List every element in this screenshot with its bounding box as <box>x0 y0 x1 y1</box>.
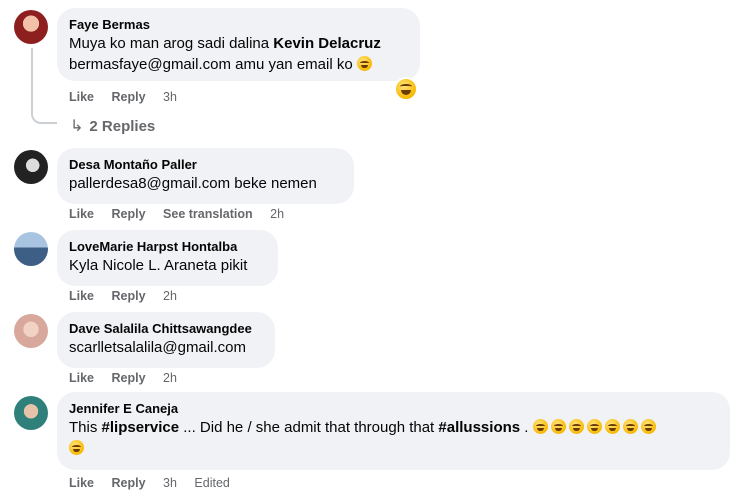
comment-text: Muya ko man arog sadi dalina <box>69 35 274 52</box>
view-replies-button[interactable]: ↳ 2 Replies <box>70 116 155 136</box>
comment-text: bermasfaye@gmail.com amu yan email ko <box>69 56 353 73</box>
reply-button[interactable]: Reply <box>112 289 146 303</box>
avatar[interactable] <box>14 232 48 266</box>
comment-author[interactable]: Desa Montaño Paller <box>69 156 342 173</box>
smirk-emoji-icon <box>586 419 602 434</box>
mention-link[interactable]: Kevin Delacruz <box>273 35 381 52</box>
reply-button[interactable]: Reply <box>112 371 146 385</box>
like-button[interactable]: Like <box>69 289 94 303</box>
comment-text: This <box>69 419 102 436</box>
avatar[interactable] <box>14 10 48 44</box>
comment-actions: Like Reply 2h <box>69 289 191 303</box>
reply-arrow-icon: ↳ <box>70 118 84 135</box>
comment-timestamp[interactable]: 2h <box>163 371 177 385</box>
laughing-emoji-icon <box>550 419 566 434</box>
reply-button[interactable]: Reply <box>112 90 146 104</box>
like-button[interactable]: Like <box>69 371 94 385</box>
comment-text-line-1: This #lipservice ... Did he / she admit … <box>69 417 718 438</box>
smirk-emoji-icon <box>622 419 638 434</box>
comment-text: pallerdesa8@gmail.com beke nemen <box>69 175 317 192</box>
comment-bubble: Desa Montaño Paller pallerdesa8@gmail.co… <box>57 148 354 204</box>
haha-reaction-icon[interactable] <box>394 77 418 101</box>
comment-text: scarlletsalalila@gmail.com <box>69 339 246 356</box>
comment-text: Kyla Nicole L. Araneta pikit <box>69 257 248 274</box>
comment-text-line-2 <box>69 438 718 459</box>
reply-button[interactable]: Reply <box>112 207 146 221</box>
comment-author[interactable]: Dave Salalila Chittsawangdee <box>69 320 263 337</box>
thread-connector <box>31 48 57 124</box>
laughing-emoji-icon <box>568 419 584 434</box>
comment-author[interactable]: Faye Bermas <box>69 16 408 33</box>
comment-actions: Like Reply 3h Edited <box>69 476 244 490</box>
rofl-emoji-icon <box>69 440 84 455</box>
sad-emoji-icon <box>640 419 656 434</box>
comment-text-line-2: bermasfaye@gmail.com amu yan email ko <box>69 54 408 75</box>
hashtag-link[interactable]: #lipservice <box>102 419 180 436</box>
comment-timestamp[interactable]: 3h <box>163 90 177 104</box>
edited-label[interactable]: Edited <box>194 476 229 490</box>
comment-text-line-1: Muya ko man arog sadi dalina Kevin Delac… <box>69 33 408 54</box>
comment-bubble: LoveMarie Harpst Hontalba Kyla Nicole L.… <box>57 230 278 286</box>
avatar[interactable] <box>14 150 48 184</box>
comment-author[interactable]: LoveMarie Harpst Hontalba <box>69 238 266 255</box>
comment-timestamp[interactable]: 2h <box>163 289 177 303</box>
laughing-emoji-icon <box>532 419 548 434</box>
comment-actions: Like Reply 3h <box>69 90 191 104</box>
see-translation-button[interactable]: See translation <box>163 207 253 221</box>
reply-button[interactable]: Reply <box>112 476 146 490</box>
comment-author[interactable]: Jennifer E Caneja <box>69 400 718 417</box>
comment-actions: Like Reply See translation 2h <box>69 207 298 221</box>
comment-text: . <box>520 419 529 436</box>
comment-timestamp[interactable]: 3h <box>163 476 177 490</box>
replies-count: 2 Replies <box>89 118 156 135</box>
comment-bubble: Jennifer E Caneja This #lipservice ... D… <box>57 392 730 470</box>
smirk-emoji-icon <box>604 419 620 434</box>
comment-text: ... Did he / she admit that through that <box>179 419 439 436</box>
like-button[interactable]: Like <box>69 207 94 221</box>
laughing-emoji-icon <box>356 56 372 71</box>
hashtag-link[interactable]: #allussions <box>438 419 520 436</box>
comment-timestamp[interactable]: 2h <box>270 207 284 221</box>
comment-bubble: Faye Bermas Muya ko man arog sadi dalina… <box>57 8 420 81</box>
comment-bubble: Dave Salalila Chittsawangdee scarlletsal… <box>57 312 275 368</box>
comment-actions: Like Reply 2h <box>69 371 191 385</box>
like-button[interactable]: Like <box>69 90 94 104</box>
avatar[interactable] <box>14 314 48 348</box>
like-button[interactable]: Like <box>69 476 94 490</box>
avatar[interactable] <box>14 396 48 430</box>
